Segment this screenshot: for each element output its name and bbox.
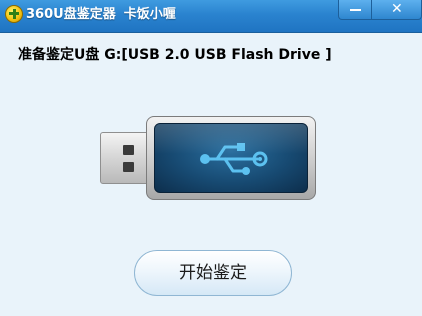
app-name: 360U盘鉴定器 [26, 7, 116, 22]
360-logo-icon [5, 5, 23, 23]
usb-plug [100, 132, 152, 184]
usb-symbol-icon [200, 143, 268, 175]
minimize-button[interactable] [338, 0, 372, 20]
window-title: 360U盘鉴定器 卡饭小喱 [26, 5, 176, 25]
title-bar[interactable]: 360U盘鉴定器 卡饭小喱 ✕ [0, 0, 422, 33]
usb-plug-hole [123, 145, 134, 155]
app-window: 360U盘鉴定器 卡饭小喱 ✕ 准备鉴定U盘 G:[USB 2.0 USB Fla… [0, 0, 422, 316]
usb-drive-icon [100, 116, 316, 200]
close-icon: ✕ [391, 1, 403, 17]
status-text: 准备鉴定U盘 G:[USB 2.0 USB Flash Drive ] [18, 47, 332, 63]
start-identify-button[interactable]: 开始鉴定 [134, 250, 292, 296]
usb-plug-hole [123, 162, 134, 172]
close-button[interactable]: ✕ [371, 0, 422, 20]
title-extra: 卡饭小喱 [123, 7, 176, 22]
usb-panel [154, 123, 308, 193]
minimize-icon [350, 9, 361, 11]
